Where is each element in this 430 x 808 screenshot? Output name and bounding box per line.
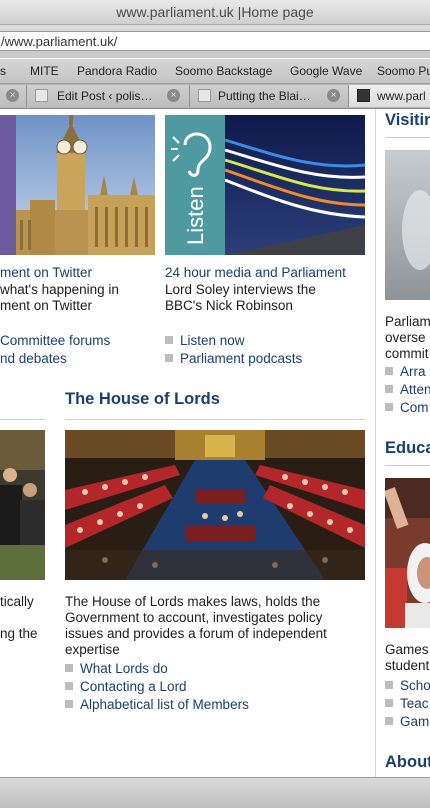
big-ben-image[interactable] [0,115,155,255]
visiting-link[interactable]: Arra [400,364,426,379]
listen-desc-line: Lord Soley interviews the [165,282,316,297]
education-desc-line: student [385,658,430,673]
debates-link[interactable]: nd debates [0,351,67,367]
list-item: What Lords do [65,661,168,677]
visiting-desc-line: Parliam [385,314,430,329]
podcasts-link[interactable]: Parliament podcasts [180,351,302,366]
column-divider [375,109,376,777]
list-item: Gam [385,714,429,730]
window-title: www.parliament.uk |Home page [0,0,430,25]
divider [65,419,365,420]
lords-chamber-image[interactable] [65,430,365,580]
tab-label: Putting the Blai… [218,89,311,103]
list-item: Listen now [165,333,245,349]
list-item: Parliament podcasts [165,351,302,367]
left-crowd-image[interactable] [0,430,45,580]
page-icon [35,89,48,102]
education-image[interactable] [385,478,430,628]
bullet-icon [165,336,173,344]
tab-bar: × Edit Post ‹ polis… × Putting the Blai…… [0,84,430,109]
divider [385,465,430,466]
tab-label: Edit Post ‹ polis… [57,89,153,103]
tab-edit-post[interactable]: Edit Post ‹ polis… × [26,85,190,107]
bookmarks-bar: s MITE Pandora Radio Soomo Backstage Goo… [0,59,430,84]
portcullis-icon [357,89,370,102]
divider [385,137,430,138]
list-item: Scho [385,678,430,694]
listen-image[interactable]: Listen [165,115,365,255]
lords-heading[interactable]: The House of Lords [65,390,220,409]
lords-desc-line: issues and provides a forum of independe… [65,626,327,641]
tab-partial[interactable]: × [0,85,27,107]
page-icon [198,89,211,102]
bullet-icon [385,717,393,725]
bullet-icon [385,699,393,707]
bookmark-mite[interactable]: MITE [30,59,59,83]
bookmark-soomo-backstage[interactable]: Soomo Backstage [175,59,272,83]
twitter-desc-line: what's happening in [0,282,119,297]
list-item: Arra [385,364,426,380]
bullet-icon [65,682,73,690]
committee-forums-link[interactable]: Committee forums [0,333,110,349]
bullet-icon [385,681,393,689]
list-item: Teac [385,696,429,712]
contacting-a-lord-link[interactable]: Contacting a Lord [80,679,187,694]
visiting-heading[interactable]: Visitin [385,111,430,130]
address-bar: /www.parliament.uk/ [0,25,430,58]
twitter-desc-line: ment on Twitter [0,298,93,313]
bullet-icon [385,403,393,411]
visiting-desc-line: commit [385,346,429,361]
bookmark-pandora-radio[interactable]: Pandora Radio [77,59,157,83]
lords-desc-line: Government to account, investigates poli… [65,610,323,625]
tab-parliament-active[interactable]: www.parl [348,85,430,107]
list-item: Atten [385,382,430,398]
left-desc-line: tically [0,594,34,609]
listen-image-label: Listen [183,186,208,245]
tab-label: www.parl [377,89,426,103]
bookmark-google-wave[interactable]: Google Wave [290,59,362,83]
listen-now-link[interactable]: Listen now [180,333,245,348]
visiting-link[interactable]: Atten [400,382,430,397]
url-input[interactable]: /www.parliament.uk/ [0,31,430,51]
lords-desc-line: The House of Lords makes laws, holds the [65,594,321,609]
lords-desc-line: expertise [65,642,120,657]
visiting-link[interactable]: Com [400,400,429,415]
list-item: Com [385,400,429,416]
bullet-icon [385,367,393,375]
page-content: Listen ment on Twitter what's happening … [0,109,430,777]
bookmark-soomo-pu[interactable]: Soomo Pu [377,59,430,83]
education-heading[interactable]: Educa [385,439,430,458]
education-link[interactable]: Scho [400,678,430,693]
what-lords-do-link[interactable]: What Lords do [80,661,168,676]
list-item: Contacting a Lord [65,679,187,695]
bullet-icon [65,700,73,708]
close-icon[interactable]: × [167,89,180,102]
visiting-image[interactable] [385,150,430,300]
divider [0,419,45,420]
members-list-link[interactable]: Alphabetical list of Members [80,697,249,712]
education-link[interactable]: Teac [400,696,429,711]
close-icon[interactable]: × [6,89,19,102]
education-link[interactable]: Gam [400,714,429,729]
browser-bottom-bar [0,777,430,808]
listen-desc-line: BBC's Nick Robinson [165,298,293,313]
media-parliament-link[interactable]: 24 hour media and Parliament [165,265,346,281]
tab-putting-the-blair[interactable]: Putting the Blai… × [189,85,349,107]
close-icon[interactable]: × [327,89,340,102]
bullet-icon [165,354,173,362]
left-desc-line: ng the [0,626,38,641]
list-item: Alphabetical list of Members [65,697,249,713]
education-desc-line: Games [385,642,429,657]
about-heading[interactable]: About [385,753,430,772]
twitter-title-link[interactable]: ment on Twitter [0,265,92,281]
bookmark-item[interactable]: s [0,59,6,83]
bullet-icon [385,385,393,393]
visiting-desc-line: overse [385,330,426,345]
bullet-icon [65,664,73,672]
